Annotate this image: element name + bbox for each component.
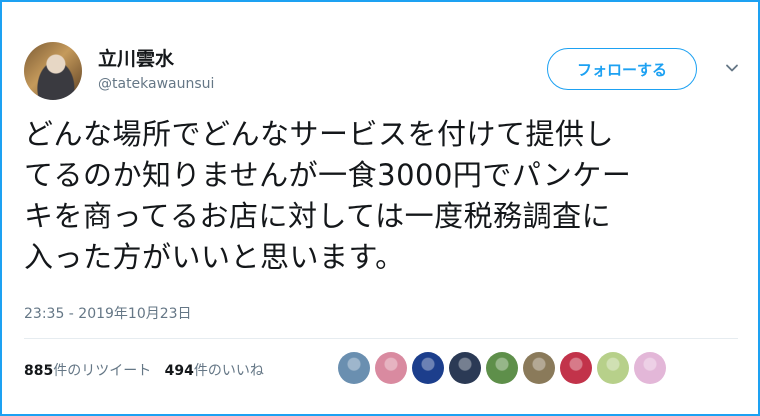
liker-avatar-3[interactable] xyxy=(412,352,444,384)
user-name[interactable]: 立川雲水 xyxy=(98,44,174,71)
liker-avatar-6[interactable] xyxy=(523,352,555,384)
tweet-card: 立川雲水 @tatekawaunsui フォローする どんな場所でどんなサービス… xyxy=(0,0,760,416)
liker-avatar-1[interactable] xyxy=(338,352,370,384)
timestamp[interactable]: 23:35 - 2019年10月23日 xyxy=(24,303,192,323)
like-stat[interactable]: 494件のいいね xyxy=(165,363,264,379)
liker-avatars xyxy=(338,352,666,384)
divider xyxy=(24,338,738,339)
user-handle[interactable]: @tatekawaunsui xyxy=(98,76,214,92)
tweet-line: キを商ってるお店に対しては一度税務調査に xyxy=(24,199,612,233)
chevron-down-icon[interactable] xyxy=(724,60,740,76)
retweet-stat[interactable]: 885件のリツイート xyxy=(24,363,151,379)
tweet-line: てるのか知りませんが一食3000円でパンケー xyxy=(24,158,632,192)
liker-avatar-5[interactable] xyxy=(486,352,518,384)
like-count: 494 xyxy=(164,363,194,379)
follow-button[interactable]: フォローする xyxy=(547,48,697,90)
liker-avatar-7[interactable] xyxy=(560,352,592,384)
tweet-text: どんな場所でどんなサービスを付けて提供し てるのか知りませんが一食3000円でパ… xyxy=(24,114,744,278)
avatar[interactable] xyxy=(24,42,82,100)
liker-avatar-8[interactable] xyxy=(597,352,629,384)
tweet-line: 入った方がいいと思います。 xyxy=(24,240,405,274)
liker-avatar-2[interactable] xyxy=(375,352,407,384)
retweet-count: 885 xyxy=(24,363,54,379)
tweet-line: どんな場所でどんなサービスを付けて提供し xyxy=(24,117,615,151)
liker-avatar-4[interactable] xyxy=(449,352,481,384)
liker-avatar-9[interactable] xyxy=(634,352,666,384)
like-label: 件のいいね xyxy=(193,363,264,379)
retweet-label: 件のリツイート xyxy=(53,363,152,379)
engagement-stats: 885件のリツイート 494件のいいね xyxy=(24,360,264,380)
